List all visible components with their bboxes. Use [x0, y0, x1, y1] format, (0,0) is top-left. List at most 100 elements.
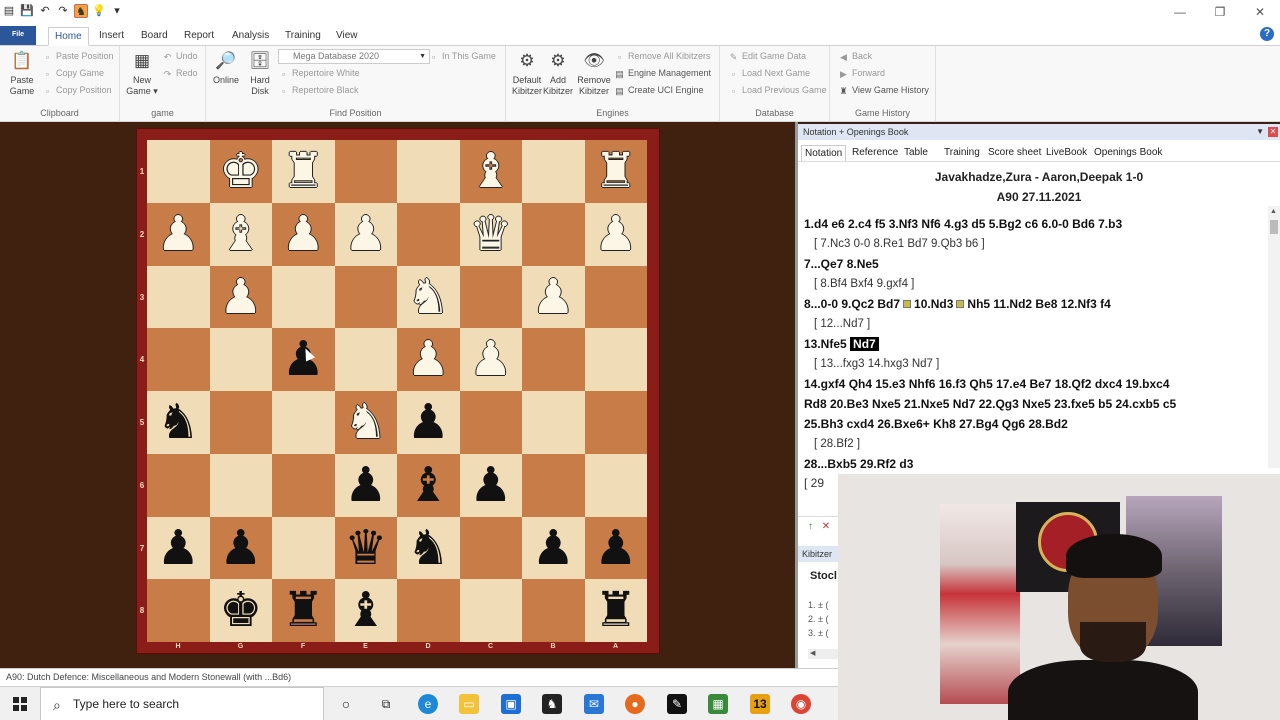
copy-position-button[interactable]: ▫ Copy Position: [42, 82, 112, 98]
tab-training[interactable]: Training: [941, 145, 983, 161]
black-rook-icon[interactable]: ♜: [585, 579, 648, 642]
bulb-icon[interactable]: 💡: [92, 4, 106, 18]
white-pawn-icon[interactable]: ♟: [147, 203, 210, 266]
move-line[interactable]: 1.d4 e6 2.c4 f5 3.Nf3 Nf6 4.g3 d5 5.Bg2 …: [804, 214, 1266, 234]
black-king-icon[interactable]: ♚: [210, 579, 273, 642]
create-uci-engine-button[interactable]: ▤ Create UCI Engine: [614, 82, 703, 98]
move-list[interactable]: 1.d4 e6 2.c4 f5 3.Nf3 Nf6 4.g3 d5 5.Bg2 …: [804, 214, 1266, 474]
board-square[interactable]: [147, 265, 210, 329]
move-line[interactable]: 13.Nfe5 Nd7: [804, 334, 1266, 354]
white-king-icon[interactable]: ♚: [210, 140, 273, 203]
cortana-icon[interactable]: ○: [336, 694, 356, 714]
tab-board[interactable]: Board: [135, 27, 174, 46]
tab-training[interactable]: Training: [279, 27, 327, 46]
white-pawn-icon[interactable]: ♟: [210, 266, 273, 329]
in-this-game-button[interactable]: ▫ In This Game: [428, 48, 496, 64]
board-square[interactable]: [272, 391, 335, 454]
white-pawn-icon[interactable]: ♟: [522, 266, 585, 329]
black-pawn-icon[interactable]: ♟: [522, 517, 585, 580]
minimize-button[interactable]: —: [1160, 0, 1200, 24]
paste-game-button[interactable]: 📋 Paste Game: [6, 50, 38, 97]
tab-livebook[interactable]: LiveBook: [1043, 145, 1090, 161]
board-square[interactable]: [147, 328, 210, 391]
redo-icon[interactable]: ↷: [56, 4, 70, 18]
board-square[interactable]: [459, 265, 522, 329]
copy-game-button[interactable]: ▫ Copy Game: [42, 65, 104, 81]
undo-button[interactable]: ↶ Undo: [162, 48, 198, 64]
edit-game-data-button[interactable]: ✎ Edit Game Data: [728, 48, 806, 64]
default-kibitzer-button[interactable]: ⚙ Default Kibitzer: [508, 50, 546, 97]
board-square[interactable]: [147, 453, 210, 517]
remove-all-kibitzers-button[interactable]: ▫ Remove All Kibitzers: [614, 48, 711, 64]
move-line[interactable]: 7...Qe7 8.Ne5: [804, 254, 1266, 274]
load-next-game-button[interactable]: ▫ Load Next Game: [728, 65, 810, 81]
white-knight-icon[interactable]: ♞: [397, 266, 460, 329]
board-square[interactable]: [522, 328, 585, 391]
white-rook-icon[interactable]: ♜: [272, 140, 335, 203]
move-line[interactable]: 8...0-0 9.Qc2 Bd7 10.Nd3 Nh5 11.Nd2 Be8 12…: [804, 294, 1266, 314]
app-icon[interactable]: ♞: [542, 694, 562, 714]
tab-analysis[interactable]: Analysis: [226, 27, 275, 46]
chessbase-icon[interactable]: ▦: [708, 694, 728, 714]
move-line[interactable]: 14.gxf4 Qh4 15.e3 Nhf6 16.f3 Qh5 17.e4 B…: [804, 374, 1266, 394]
qat-dropdown-icon[interactable]: ▾: [110, 4, 124, 18]
move-line[interactable]: 28...Bxb5 29.Rf2 d3: [804, 454, 1266, 474]
tab-score-sheet[interactable]: Score sheet: [985, 145, 1044, 161]
board-square[interactable]: [334, 140, 397, 203]
pin-icon[interactable]: ▼: [1256, 124, 1264, 140]
arrow-up-icon[interactable]: ↑: [808, 521, 813, 532]
white-queen-icon[interactable]: ♛: [460, 203, 523, 266]
database-select[interactable]: Mega Database 2020 ▼: [278, 49, 430, 64]
online-button[interactable]: 🔎 Online: [210, 50, 242, 86]
back-button[interactable]: ◀ Back: [838, 48, 872, 64]
board-square[interactable]: [147, 579, 210, 642]
black-queen-icon[interactable]: ♛: [335, 517, 398, 580]
white-pawn-icon[interactable]: ♟: [335, 203, 398, 266]
help-icon[interactable]: ?: [1260, 27, 1274, 41]
variation-line[interactable]: [ 13...fxg3 14.hxg3 Nd7 ]: [804, 354, 1266, 374]
board-square[interactable]: [209, 453, 272, 517]
white-rook-icon[interactable]: ♜: [585, 140, 648, 203]
redo-button[interactable]: ↷ Redo: [162, 65, 198, 81]
board-square[interactable]: [334, 328, 397, 391]
board-square[interactable]: [397, 579, 460, 642]
task-view-icon[interactable]: ⧉: [376, 694, 396, 714]
black-knight-icon[interactable]: ♞: [147, 391, 210, 454]
white-pawn-icon[interactable]: ♟: [460, 328, 523, 391]
board-square[interactable]: [272, 516, 335, 580]
board-square[interactable]: [522, 202, 585, 266]
menu-icon[interactable]: ▤: [2, 4, 16, 18]
firefox-icon[interactable]: ●: [625, 694, 645, 714]
close-panel-icon[interactable]: ✕: [1268, 127, 1278, 137]
board-square[interactable]: [584, 265, 647, 329]
close-icon[interactable]: ✕: [822, 521, 830, 532]
forward-button[interactable]: ▶ Forward: [838, 65, 885, 81]
notepad-icon[interactable]: ✎: [667, 694, 687, 714]
save-icon[interactable]: 💾: [20, 4, 34, 18]
black-bishop-icon[interactable]: ♝: [397, 454, 460, 517]
white-pawn-icon[interactable]: ♟: [585, 203, 648, 266]
windows-start-icon[interactable]: [13, 697, 27, 711]
board-square[interactable]: [584, 453, 647, 517]
board-square[interactable]: [209, 328, 272, 391]
notation-scrollbar[interactable]: ▲: [1268, 206, 1280, 468]
black-rook-icon[interactable]: ♜: [272, 579, 335, 642]
board-square[interactable]: [397, 140, 460, 203]
chrome-icon[interactable]: ◉: [791, 694, 811, 714]
board-square[interactable]: [522, 453, 585, 517]
paste-position-button[interactable]: ▫ Paste Position: [42, 48, 114, 64]
black-pawn-icon[interactable]: ♟: [272, 328, 335, 391]
variation-line[interactable]: [ 28.Bf2 ]: [804, 434, 1266, 454]
board-square[interactable]: [459, 391, 522, 454]
white-bishop-icon[interactable]: ♝: [210, 203, 273, 266]
file-explorer-icon[interactable]: ▭: [459, 694, 479, 714]
board-square[interactable]: [522, 579, 585, 642]
move-line[interactable]: Rd8 20.Be3 Nxe5 21.Nxe5 Nd7 22.Qg3 Nxe5 …: [804, 394, 1266, 414]
view-game-history-button[interactable]: ♜ View Game History: [838, 82, 928, 98]
variation-line[interactable]: [ 12...Nd7 ]: [804, 314, 1266, 334]
engine-management-button[interactable]: ▤ Engine Management: [614, 65, 711, 81]
white-pawn-icon[interactable]: ♟: [272, 203, 335, 266]
tab-insert[interactable]: Insert: [93, 27, 130, 46]
remove-kibitzer-button[interactable]: 👁 Remove Kibitzer: [576, 50, 612, 97]
board-square[interactable]: [397, 202, 460, 266]
